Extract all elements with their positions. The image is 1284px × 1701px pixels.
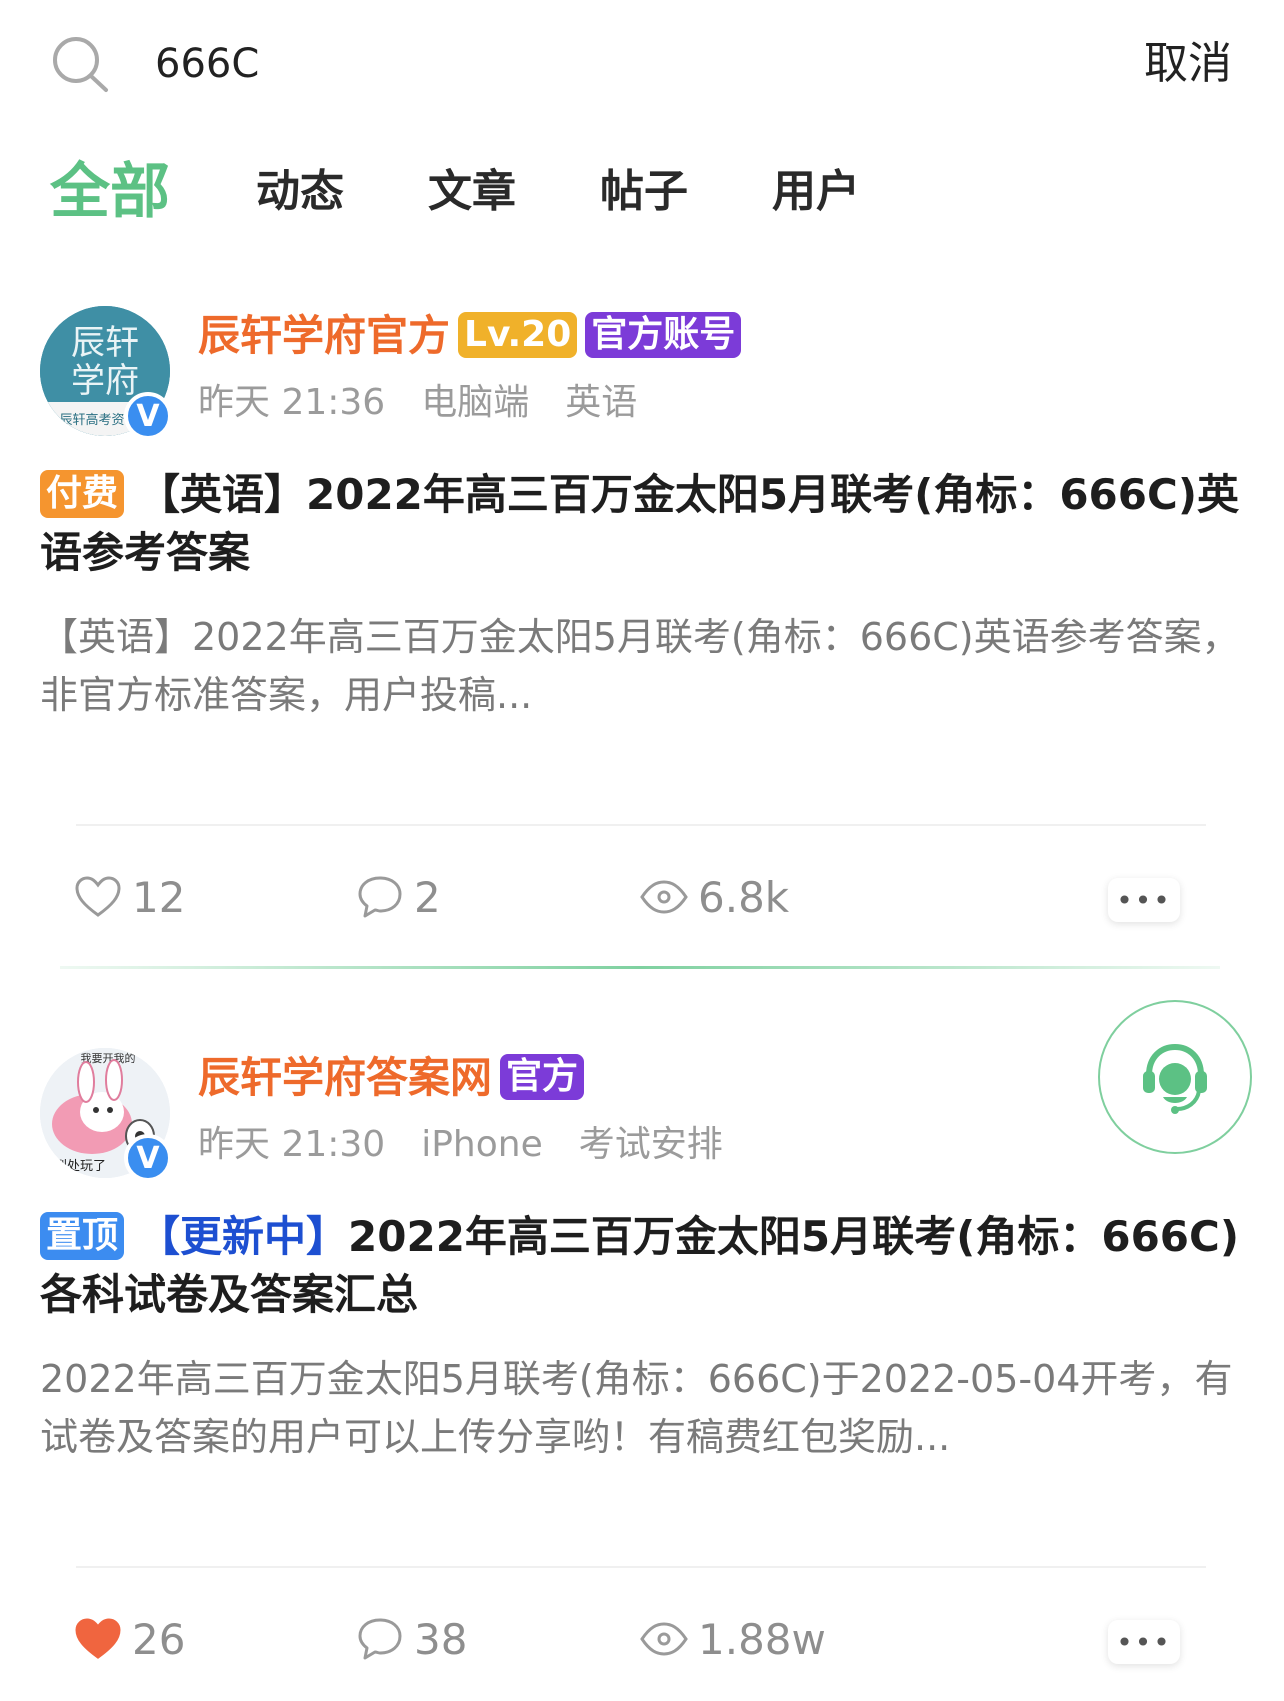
post-meta: 昨天 21:30 iPhone 考试安排: [198, 1120, 759, 1170]
post-title-text: 【英语】2022年高三百万金太阳5月联考(角标：666C)英语参考答案: [40, 470, 1240, 577]
author-name[interactable]: 辰轩学府答案网 官方: [198, 1050, 585, 1106]
cancel-button[interactable]: 取消: [1144, 34, 1232, 94]
divider: [76, 1566, 1206, 1568]
comment-count: 2: [414, 872, 441, 922]
views-stat: 1.88w: [640, 1604, 826, 1674]
verified-icon: V: [124, 392, 172, 440]
author-name[interactable]: 辰轩学府官方 Lv.20 官方账号: [198, 308, 742, 364]
paid-tag: 付费: [40, 470, 125, 518]
comment-button[interactable]: 38: [356, 1604, 467, 1674]
view-count: 6.8k: [698, 872, 790, 922]
customer-service-icon: [1143, 1043, 1207, 1114]
verified-icon: V: [124, 1134, 172, 1182]
post-title[interactable]: 付费 【英语】2022年高三百万金太阳5月联考(角标：666C)英语参考答案: [40, 466, 1240, 582]
heart-icon: [75, 876, 121, 917]
views-stat: 6.8k: [640, 862, 789, 932]
level-badge: Lv.20: [458, 311, 578, 358]
post-stats: 12 2 6.8k •••: [0, 862, 1284, 932]
svg-text:辰轩: 辰轩: [71, 323, 139, 363]
post-meta: 昨天 21:36 电脑端 英语: [198, 378, 673, 428]
official-account-badge: 官方账号: [585, 311, 742, 358]
official-badge: 官方: [500, 1053, 585, 1100]
like-count: 12: [132, 872, 186, 922]
svg-text:学府: 学府: [71, 361, 139, 401]
post-excerpt[interactable]: 2022年高三百万金太阳5月联考(角标：666C)于2022-05-04开考，有…: [40, 1350, 1250, 1466]
tab-all[interactable]: 全部: [50, 152, 170, 232]
customer-service-button[interactable]: [1098, 1000, 1252, 1154]
post-device: 电脑端: [421, 382, 530, 423]
comment-icon: [358, 876, 402, 918]
author-name-text[interactable]: 辰轩学府答案网: [198, 1053, 492, 1102]
comment-count: 38: [414, 1614, 468, 1664]
like-button[interactable]: 26: [74, 1604, 185, 1674]
post-device: iPhone: [421, 1124, 543, 1165]
view-count: 1.88w: [698, 1614, 826, 1664]
like-count: 26: [132, 1614, 186, 1664]
more-icon[interactable]: •••: [1108, 878, 1180, 922]
tab-moments[interactable]: 动态: [256, 152, 344, 232]
svg-text:到处玩了: 到处玩了: [54, 1159, 106, 1174]
post-category[interactable]: 英语: [565, 382, 637, 423]
tab-articles[interactable]: 文章: [428, 152, 516, 232]
section-separator: [60, 966, 1220, 969]
eye-icon: [640, 1622, 688, 1656]
comment-button[interactable]: 2: [356, 862, 441, 932]
svg-text:辰轩高考资: 辰轩高考资: [59, 412, 124, 428]
post-time: 昨天 21:36: [198, 382, 386, 423]
like-button[interactable]: 12: [74, 862, 185, 932]
post-time: 昨天 21:30: [198, 1124, 386, 1165]
more-icon[interactable]: •••: [1108, 1620, 1180, 1664]
post-title-highlight: 【更新中】: [138, 1212, 349, 1261]
author-name-text[interactable]: 辰轩学府官方: [198, 311, 450, 360]
tab-posts[interactable]: 帖子: [600, 152, 688, 232]
comment-icon: [358, 1618, 402, 1660]
search-input[interactable]: 666C: [155, 36, 259, 92]
post-stats: 26 38 1.88w •••: [0, 1604, 1284, 1674]
divider: [76, 824, 1206, 826]
post-title[interactable]: 置顶 【更新中】2022年高三百万金太阳5月联考(角标：666C)各科试卷及答案汇…: [40, 1208, 1240, 1324]
post-excerpt[interactable]: 【英语】2022年高三百万金太阳5月联考(角标：666C)英语参考答案，非官方标…: [40, 608, 1250, 724]
pinned-tag: 置顶: [40, 1212, 125, 1260]
tab-users[interactable]: 用户: [772, 152, 860, 232]
eye-icon: [640, 880, 688, 914]
search-icon: [53, 37, 108, 92]
heart-icon: [75, 1618, 121, 1659]
tab-bar: 全部 动态 文章 帖子 用户: [50, 152, 944, 232]
post-category[interactable]: 考试安排: [579, 1124, 723, 1165]
